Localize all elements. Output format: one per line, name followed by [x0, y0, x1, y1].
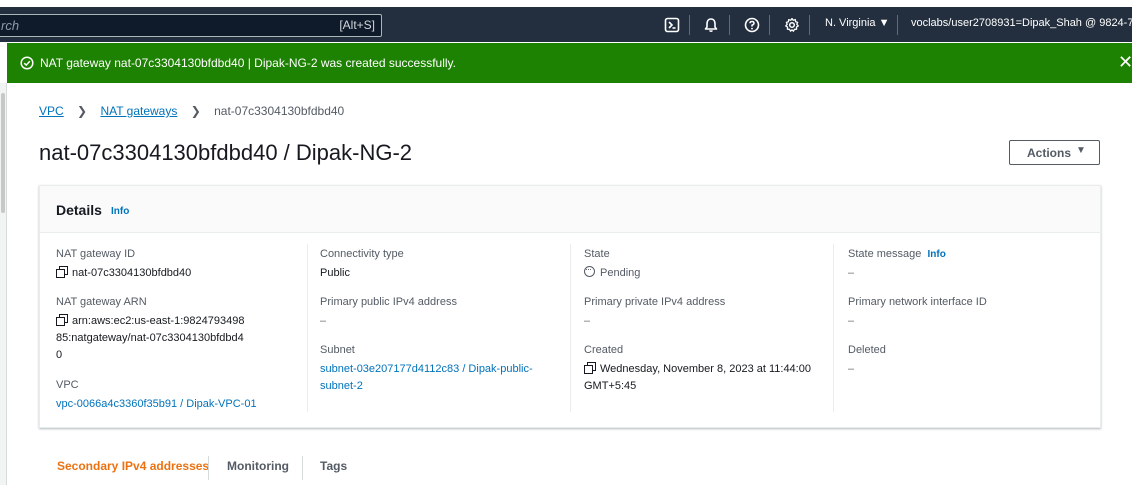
- details-info-link[interactable]: Info: [111, 206, 129, 217]
- breadcrumb-vpc-link[interactable]: VPC: [39, 104, 64, 118]
- field-value: nat-07c3304130bfdbd40: [56, 265, 191, 282]
- column-divider: [307, 244, 308, 412]
- field-value: –: [848, 315, 855, 327]
- subnet-link[interactable]: subnet-03e207177d4112c83 / Dipak-public-…: [320, 361, 555, 395]
- state-message-field: State message Info –: [848, 248, 946, 282]
- close-icon[interactable]: ✕: [1118, 53, 1132, 71]
- details-column-1: NAT gateway ID nat-07c3304130bfdbd40 NAT…: [56, 244, 301, 412]
- copy-icon[interactable]: [584, 362, 596, 374]
- subnet-field: Subnet subnet-03e207177d4112c83 / Dipak-…: [320, 344, 555, 395]
- details-column-2: Connectivity type Public Primary public …: [320, 244, 565, 412]
- tab-divider: [208, 456, 209, 480]
- created-value: Wednesday, November 8, 2023 at 11:44:00 …: [584, 363, 811, 392]
- bell-icon[interactable]: [703, 17, 719, 33]
- state-message-info-link[interactable]: Info: [928, 249, 946, 260]
- state-value: Pending: [600, 267, 641, 279]
- help-icon[interactable]: [744, 17, 760, 33]
- success-flash-banner: NAT gateway nat-07c3304130bfdbd40 | Dipa…: [7, 43, 1132, 83]
- nav-divider: [769, 15, 770, 35]
- field-value: –: [320, 315, 327, 327]
- state-message-label: State message: [848, 248, 922, 260]
- field-value: –: [848, 363, 855, 375]
- cloudshell-icon[interactable]: [664, 17, 680, 33]
- field-value: Pending: [584, 261, 641, 282]
- chevron-right-icon: ❯: [77, 104, 88, 118]
- field-label: State: [584, 248, 610, 260]
- chevron-right-icon: ❯: [190, 104, 201, 118]
- nav-divider: [689, 15, 690, 35]
- breadcrumb-current: nat-07c3304130bfdbd40: [214, 104, 345, 118]
- breadcrumb-nat-gateways-link[interactable]: NAT gateways: [100, 104, 177, 118]
- scrollbar-thumb[interactable]: [1, 93, 5, 213]
- field-label: Primary private IPv4 address: [584, 296, 726, 308]
- flash-message: NAT gateway nat-07c3304130bfdbd40 | Dipa…: [40, 56, 457, 70]
- details-title: Details: [56, 202, 102, 218]
- vpc-field: VPC vpc-0066a4c3360f35b91 / Dipak-VPC-01: [56, 379, 257, 413]
- region-selector[interactable]: N. Virginia ▼: [825, 17, 890, 29]
- search-input[interactable]: rch [Alt+S]: [0, 14, 382, 37]
- field-value: –: [584, 315, 591, 327]
- copy-icon[interactable]: [56, 314, 68, 326]
- field-value: Wednesday, November 8, 2023 at 11:44:00 …: [584, 361, 824, 395]
- field-value: –: [848, 267, 855, 279]
- nat-gateway-arn-value: arn:aws:ec2:us-east-1:982479349885:natga…: [56, 315, 245, 361]
- field-label: Subnet: [320, 344, 355, 356]
- breadcrumb: VPC ❯ NAT gateways ❯ nat-07c3304130bfdbd…: [39, 104, 344, 118]
- field-label: NAT gateway ID: [56, 248, 136, 260]
- details-panel-header: Details Info: [40, 186, 1100, 233]
- field-label: Connectivity type: [320, 248, 404, 260]
- field-label: Primary public IPv4 address: [320, 296, 457, 308]
- nat-gateway-id-field: NAT gateway ID nat-07c3304130bfdbd40: [56, 248, 191, 282]
- state-field: State Pending: [584, 248, 640, 282]
- nav-divider: [809, 15, 810, 35]
- tab-secondary-ipv4-addresses[interactable]: Secondary IPv4 addresses: [57, 459, 209, 473]
- gear-icon[interactable]: [784, 17, 800, 33]
- field-value: Public: [320, 267, 350, 279]
- pending-status-icon: [584, 261, 595, 278]
- tab-monitoring[interactable]: Monitoring: [227, 459, 289, 473]
- tab-tags[interactable]: Tags: [320, 459, 347, 473]
- copy-icon[interactable]: [56, 266, 68, 278]
- field-label: Deleted: [848, 344, 886, 356]
- field-label: NAT gateway ARN: [56, 296, 147, 308]
- actions-label: Actions: [1027, 146, 1072, 160]
- page-title: nat-07c3304130bfdbd40 / Dipak-NG-2: [39, 140, 413, 165]
- field-label: State message Info: [848, 248, 946, 260]
- details-column-3: State Pending Primary private IPv4 addre…: [584, 244, 829, 412]
- nav-divider: [897, 15, 898, 35]
- nat-gateway-id-value: nat-07c3304130bfdbd40: [72, 267, 192, 279]
- vpc-link[interactable]: vpc-0066a4c3360f35b91 / Dipak-VPC-01: [56, 396, 257, 413]
- column-divider: [570, 244, 571, 412]
- created-field: Created Wednesday, November 8, 2023 at 1…: [584, 344, 824, 395]
- deleted-field: Deleted –: [848, 344, 886, 378]
- top-navigation-bar: rch [Alt+S] N. Virginia ▼ voclabs/user27…: [0, 7, 1132, 42]
- field-value: arn:aws:ec2:us-east-1:982479349885:natga…: [56, 313, 246, 364]
- nat-gateway-arn-field: NAT gateway ARN arn:aws:ec2:us-east-1:98…: [56, 296, 246, 364]
- primary-public-ipv4-field: Primary public IPv4 address –: [320, 296, 457, 330]
- field-label: VPC: [56, 379, 79, 391]
- field-label: Created: [584, 344, 624, 356]
- side-navigation-collapsed[interactable]: [0, 83, 7, 485]
- tab-divider: [302, 456, 303, 480]
- column-divider: [833, 244, 834, 412]
- primary-private-ipv4-field: Primary private IPv4 address –: [584, 296, 725, 330]
- details-column-4: State message Info – Primary network int…: [848, 244, 1093, 412]
- details-panel: Details Info NAT gateway ID nat-07c33041…: [39, 185, 1101, 428]
- connectivity-type-field: Connectivity type Public: [320, 248, 404, 282]
- search-placeholder: rch: [1, 18, 20, 33]
- actions-button[interactable]: Actions ▼: [1009, 140, 1100, 165]
- field-label: Primary network interface ID: [848, 296, 987, 308]
- nav-divider: [729, 15, 730, 35]
- account-menu[interactable]: voclabs/user2708931=Dipak_Shah @ 9824-79…: [911, 17, 1132, 29]
- primary-network-interface-field: Primary network interface ID –: [848, 296, 987, 330]
- search-shortcut-hint: [Alt+S]: [339, 18, 375, 32]
- check-circle-icon: [20, 56, 34, 70]
- caret-down-icon: ▼: [1076, 145, 1086, 156]
